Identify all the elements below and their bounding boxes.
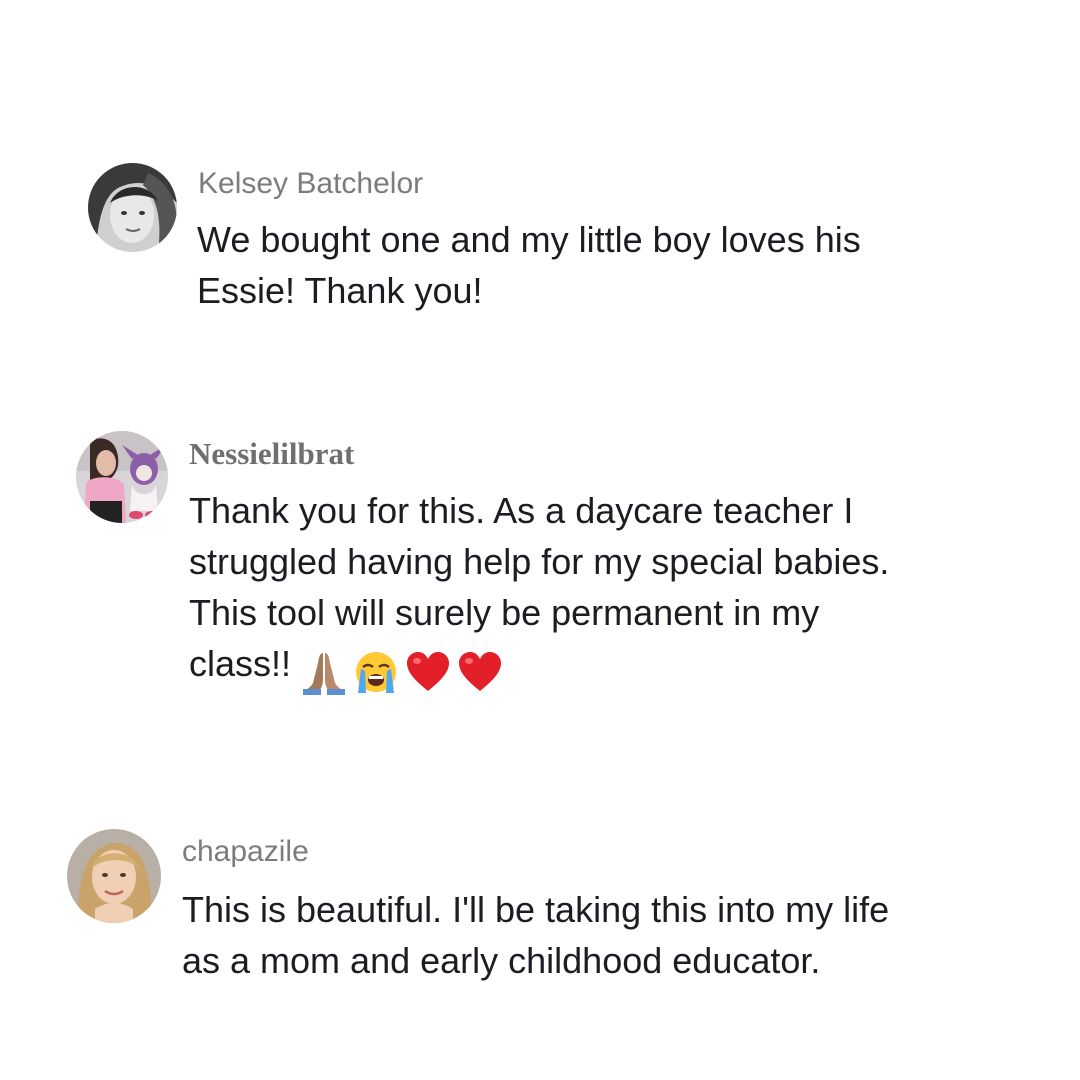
comment-username[interactable]: chapazile <box>182 834 309 870</box>
comment-text: This is beautiful. I'll be taking this i… <box>182 889 890 981</box>
avatar[interactable] <box>67 829 161 923</box>
avatar[interactable] <box>76 431 168 523</box>
comment-username[interactable]: Nessielilbrat <box>189 436 354 472</box>
red-heart-icon <box>457 649 503 695</box>
comment-text: We bought one and my little boy loves hi… <box>197 219 861 311</box>
comment-text-body: Thank you for this. As a daycare teacher… <box>189 490 890 684</box>
folded-hands-icon <box>301 649 347 696</box>
comment-text: Thank you for this. As a daycare teacher… <box>189 485 890 696</box>
emoji-row <box>301 644 509 696</box>
avatar[interactable] <box>88 163 177 252</box>
loudly-crying-face-icon <box>353 649 399 695</box>
comment-username[interactable]: Kelsey Batchelor <box>198 166 423 202</box>
red-heart-icon <box>405 649 451 695</box>
